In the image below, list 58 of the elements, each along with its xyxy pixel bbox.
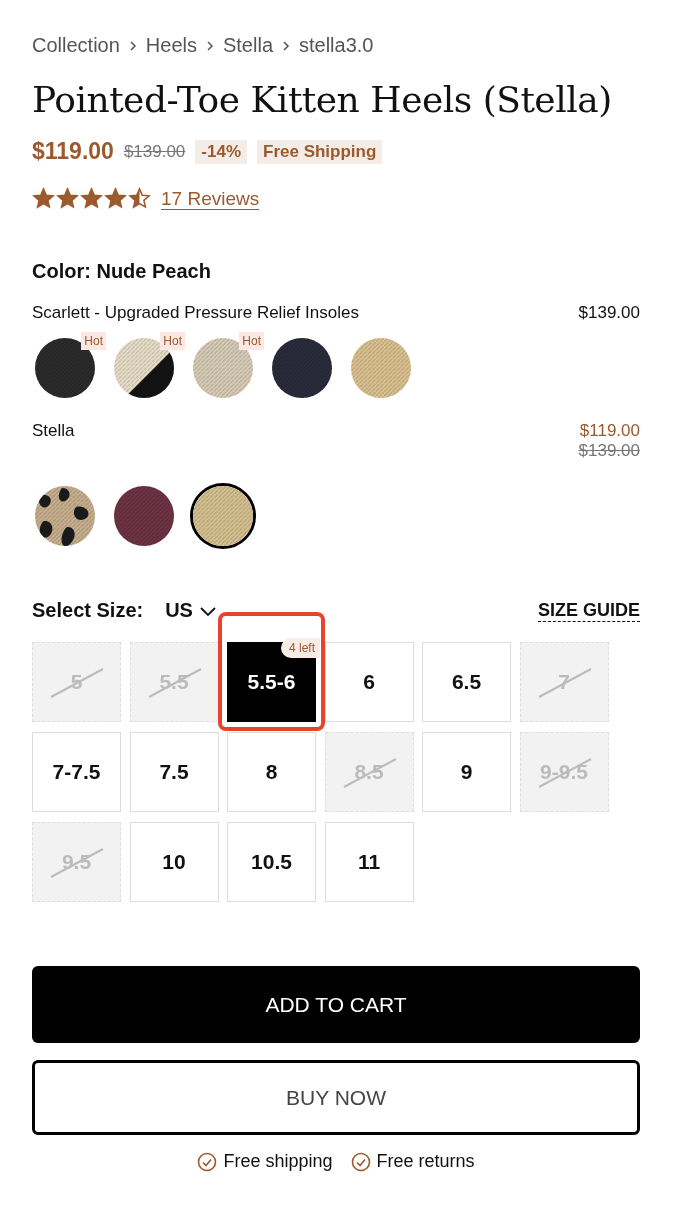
size-option[interactable]: 6.5 bbox=[422, 642, 511, 722]
size-unit-dropdown[interactable]: US bbox=[165, 599, 217, 622]
fabric-swatch-icon bbox=[35, 486, 95, 546]
original-price: $139.00 bbox=[123, 141, 186, 162]
strike-line-icon bbox=[146, 667, 203, 699]
star-icon bbox=[56, 187, 79, 210]
reviews-link[interactable]: 17 Reviews bbox=[161, 187, 260, 210]
chevron-down-icon bbox=[198, 604, 217, 617]
original-price: $139.00 bbox=[578, 441, 640, 461]
size-option[interactable]: 10 bbox=[129, 822, 219, 902]
breadcrumb-link[interactable]: stella3.0 bbox=[299, 34, 374, 57]
check-circle-icon bbox=[350, 1151, 371, 1172]
star-icon bbox=[104, 187, 127, 210]
color-label: Color: Nude Peach bbox=[32, 260, 212, 283]
chevron-right-icon bbox=[204, 39, 215, 52]
breadcrumb-link[interactable]: Collection bbox=[32, 34, 120, 57]
collection-name: Stella bbox=[32, 421, 75, 441]
sale-price: $119.00 bbox=[32, 138, 114, 165]
star-icon bbox=[80, 187, 103, 210]
perk-text: Free shipping bbox=[223, 1151, 333, 1172]
shipping-tag: Free Shipping bbox=[257, 139, 383, 164]
star-icon bbox=[128, 187, 151, 210]
buy-now-button[interactable]: BUY NOW bbox=[32, 1060, 640, 1135]
size-label: Select Size: bbox=[32, 599, 144, 622]
fabric-swatch-icon bbox=[272, 338, 332, 398]
discount-tag: -14% bbox=[195, 139, 247, 164]
breadcrumb-link[interactable]: Heels bbox=[145, 34, 197, 57]
strike-line-icon bbox=[49, 847, 105, 879]
fabric-swatch-icon bbox=[193, 486, 253, 546]
size-option[interactable]: 10.5 bbox=[227, 822, 316, 902]
size-guide-link[interactable]: SIZE GUIDE bbox=[538, 599, 640, 622]
hot-badge: Hot bbox=[239, 332, 264, 350]
size-option[interactable]: 8 bbox=[227, 732, 316, 812]
size-option[interactable]: 7-7.5 bbox=[32, 732, 121, 812]
size-option[interactable]: 7.5 bbox=[129, 732, 219, 812]
strike-line-icon bbox=[536, 667, 593, 699]
collection-price: $139.00 bbox=[578, 303, 640, 323]
size-option[interactable]: 6 bbox=[324, 642, 414, 722]
strike-line-icon bbox=[341, 757, 398, 789]
strike-line-icon bbox=[536, 757, 593, 789]
add-to-cart-button[interactable]: ADD TO CART bbox=[32, 966, 640, 1043]
size-option[interactable]: 9 bbox=[422, 732, 511, 812]
size-option[interactable]: 11 bbox=[324, 822, 414, 902]
chevron-right-icon bbox=[281, 39, 291, 52]
star-icon bbox=[32, 187, 55, 210]
fabric-swatch-icon bbox=[351, 338, 411, 398]
hot-badge: Hot bbox=[160, 332, 185, 350]
hot-badge: Hot bbox=[81, 332, 106, 350]
perk-text: Free returns bbox=[376, 1151, 475, 1172]
product-title: Pointed-Toe Kitten Heels (Stella) bbox=[32, 79, 613, 120]
strike-line-icon bbox=[49, 667, 105, 699]
stock-badge: 4 left bbox=[281, 638, 320, 658]
chevron-right-icon bbox=[127, 39, 138, 52]
breadcrumb-link[interactable]: Stella bbox=[222, 34, 273, 57]
fabric-swatch-icon bbox=[114, 486, 174, 546]
collection-name: Scarlett - Upgraded Pressure Relief Insoles bbox=[32, 303, 359, 323]
collection-price: $119.00 bbox=[579, 421, 640, 441]
check-circle-icon bbox=[197, 1151, 218, 1172]
